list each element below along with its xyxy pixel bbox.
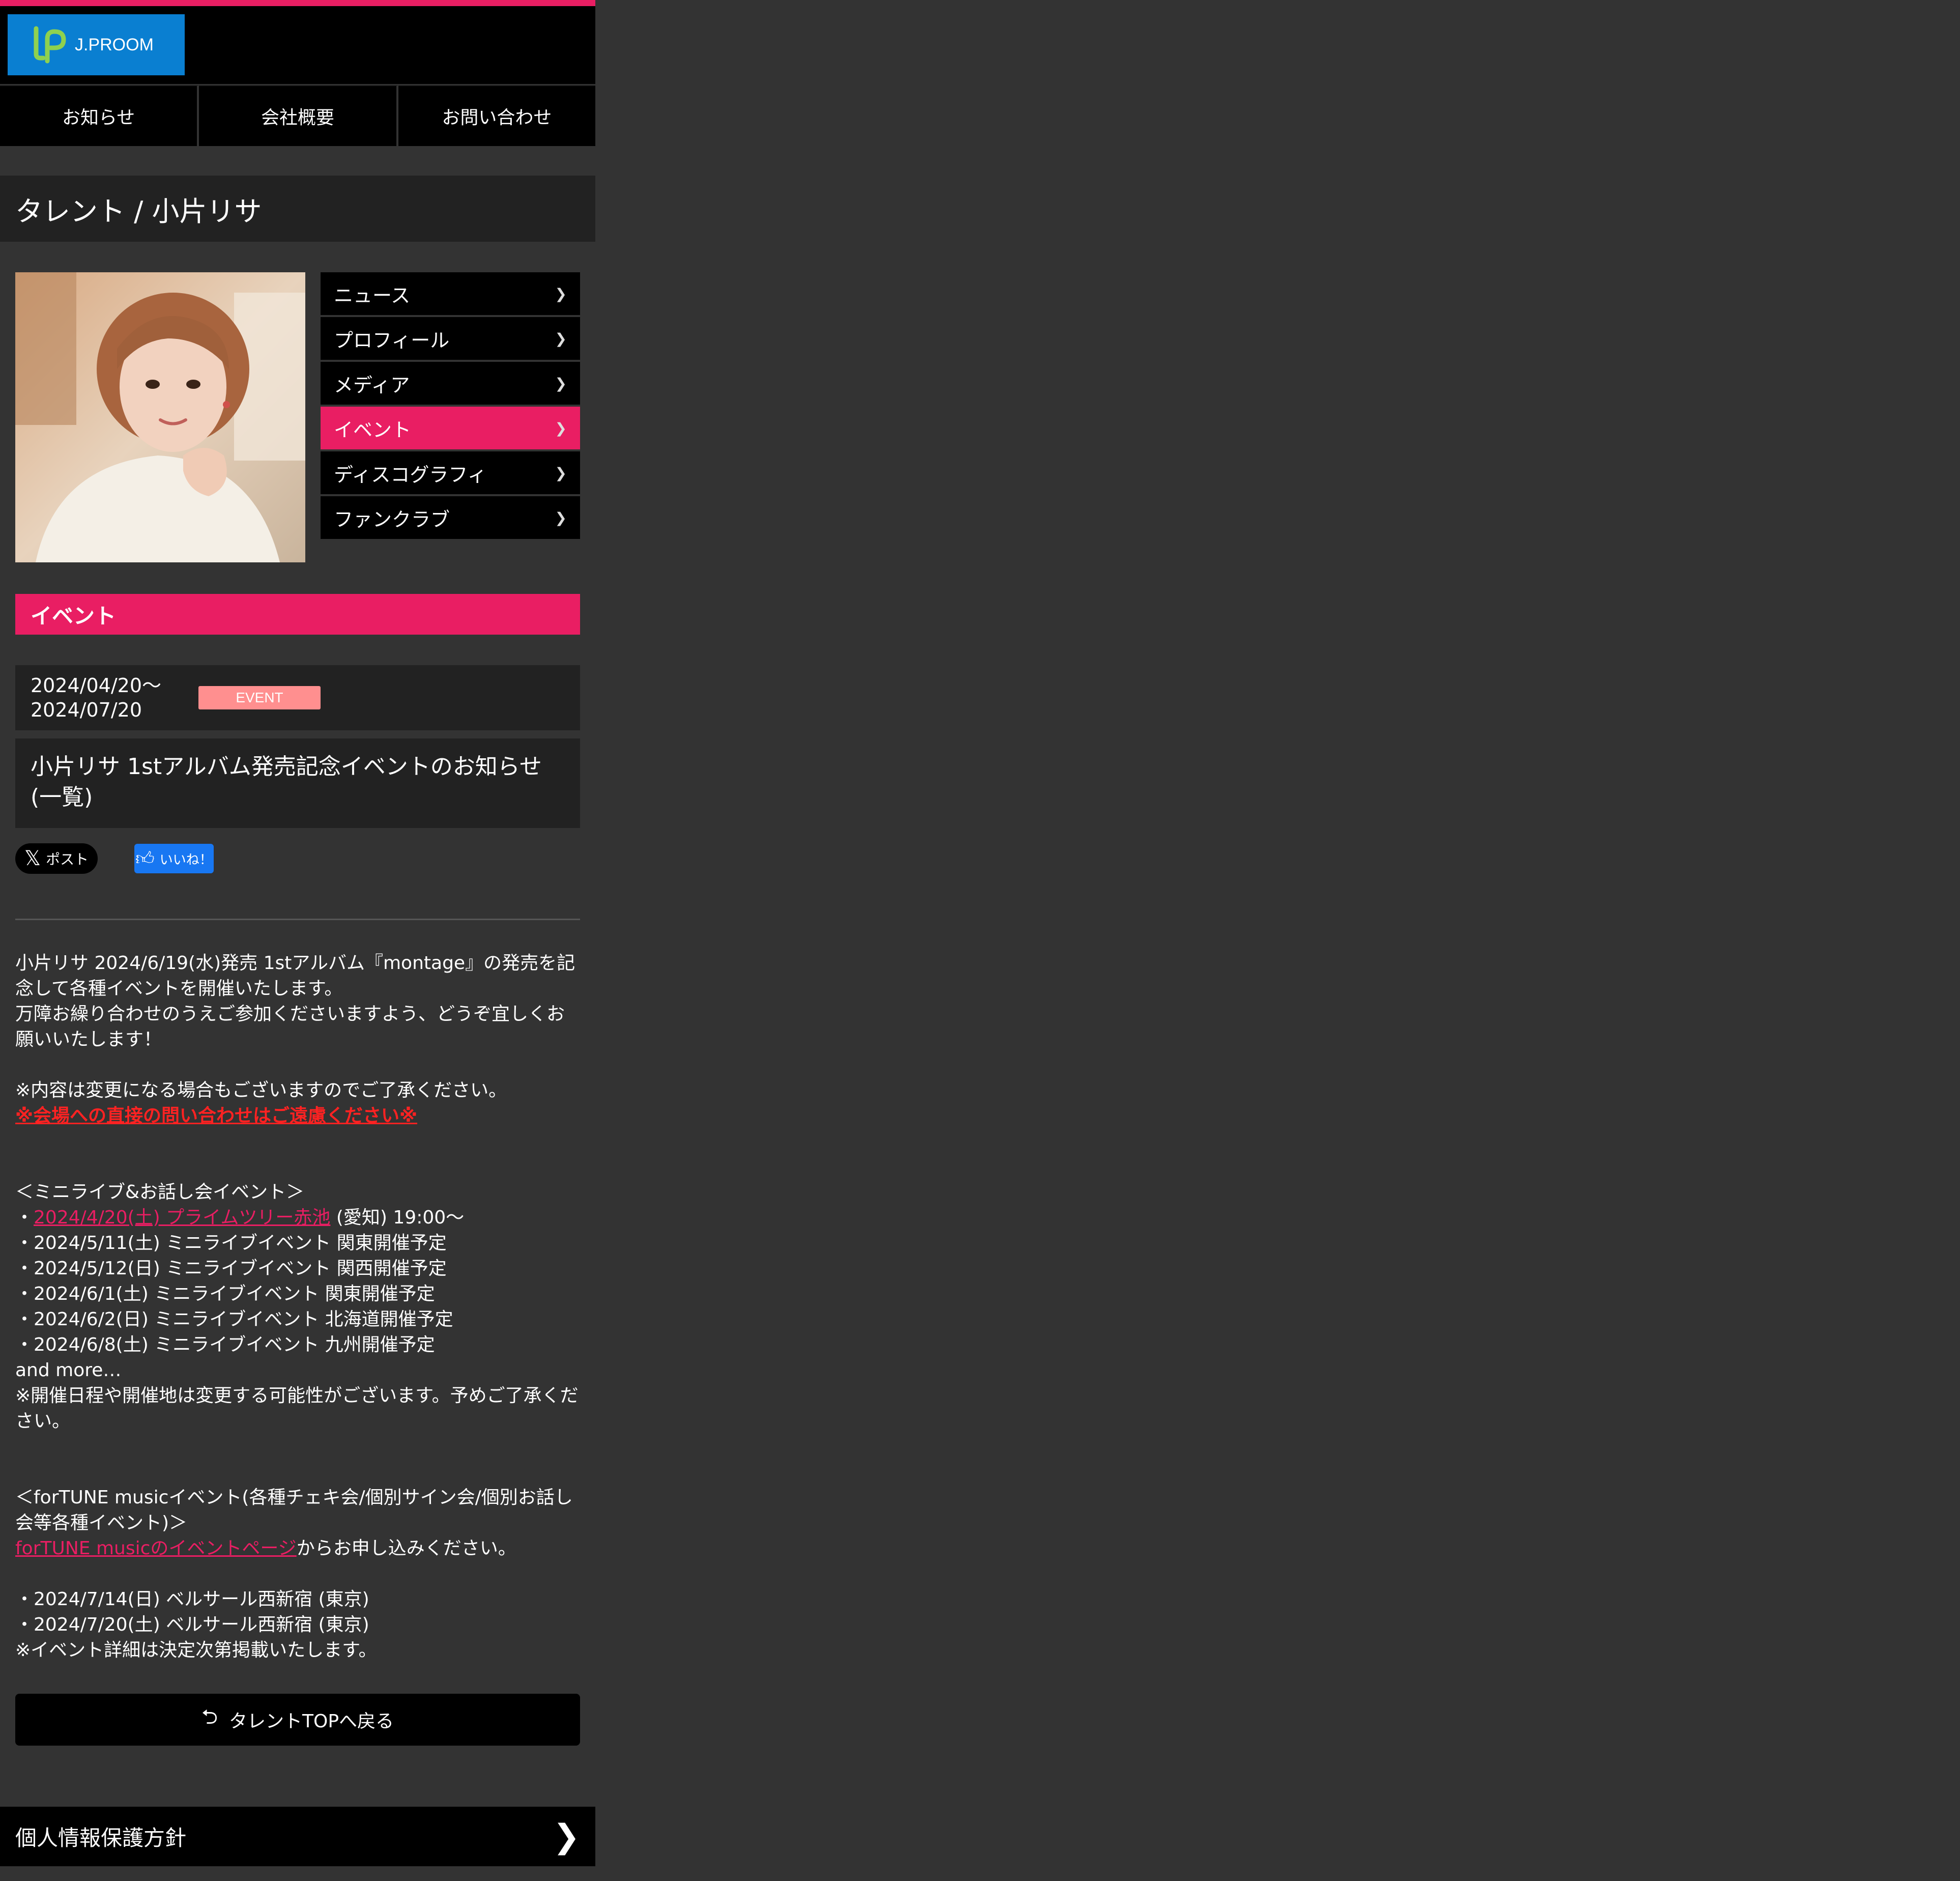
talent-menu-event[interactable]: イベント ❯ bbox=[321, 407, 580, 449]
share-bar: 𝕏 ポスト 👍︎ いいね！ bbox=[15, 843, 580, 874]
chevron-right-icon: ❯ bbox=[555, 509, 567, 526]
menu-label: ファンクラブ bbox=[334, 508, 450, 531]
talent-profile: ニュース ❯ プロフィール ❯ メディア ❯ イベント ❯ ディスコグラフィ ❯… bbox=[15, 272, 580, 562]
back-button-label: タレントTOPへ戻る bbox=[229, 1711, 394, 1732]
chevron-right-icon: ❯ bbox=[553, 1817, 580, 1856]
menu-label: イベント bbox=[334, 418, 412, 441]
minilive-item: ・2024/5/12(日) ミニライブイベント 関西開催予定 bbox=[15, 1258, 447, 1279]
fortune-item: ・2024/7/14(日) ベルサール西新宿 (東京) bbox=[15, 1589, 369, 1610]
facebook-like-button[interactable]: 👍︎ いいね！ bbox=[134, 844, 214, 873]
event-meta: 2024/04/20〜 2024/07/20 EVENT bbox=[15, 665, 580, 730]
site-header: J.PROOM bbox=[0, 6, 595, 85]
fortune-apply: forTUNE musicのイベントページからお申し込みください。 bbox=[15, 1536, 580, 1561]
event-date-end: 2024/07/20 bbox=[31, 699, 142, 721]
and-more-text: and more… bbox=[15, 1360, 122, 1381]
minilive-item: ・2024/5/11(土) ミニライブイベント 関東開催予定 bbox=[15, 1233, 447, 1253]
minilive-link[interactable]: 2024/4/20(土) プライムツリー赤池 bbox=[34, 1207, 330, 1228]
global-nav: お知らせ 会社概要 お問い合わせ bbox=[0, 85, 595, 146]
talent-menu-profile[interactable]: プロフィール ❯ bbox=[321, 317, 580, 360]
site-logo[interactable]: J.PROOM bbox=[8, 14, 185, 75]
chevron-right-icon: ❯ bbox=[555, 285, 567, 302]
talent-menu-media[interactable]: メディア ❯ bbox=[321, 362, 580, 405]
x-post-button[interactable]: 𝕏 ポスト bbox=[15, 843, 98, 874]
x-post-label: ポスト bbox=[46, 851, 89, 868]
menu-label: メディア bbox=[334, 374, 410, 396]
x-logo-icon: 𝕏 bbox=[24, 847, 41, 870]
intro-text: 万障お繰り合わせのうえご参加くださいますよう、どうぞ宜しくお願いいたします！ bbox=[15, 1004, 565, 1050]
minilive-item: ・2024/4/20(土) プライムツリー赤池 (愛知) 19:00〜 bbox=[15, 1207, 465, 1228]
thumbs-up-icon: 👍︎ bbox=[135, 848, 155, 869]
intro-text: 小片リサ 2024/6/19(水)発売 1stアルバム『montage』の発売を… bbox=[15, 953, 575, 999]
minilive-item: ・2024/6/8(土) ミニライブイベント 九州開催予定 bbox=[15, 1334, 435, 1355]
fortune-event-link[interactable]: forTUNE musicのイベントページ bbox=[15, 1538, 297, 1559]
accent-top-bar bbox=[0, 0, 595, 6]
chevron-right-icon: ❯ bbox=[555, 330, 567, 347]
note-text: ※内容は変更になる場合もございますのでご了承ください。 bbox=[15, 1080, 507, 1101]
facebook-like-label: いいね！ bbox=[159, 852, 213, 868]
minilive-item: ・2024/6/1(土) ミニライブイベント 関東開催予定 bbox=[15, 1284, 435, 1304]
return-icon: ⮌ bbox=[201, 1705, 218, 1729]
page-title: タレント / 小片リサ bbox=[0, 176, 595, 242]
talent-menu: ニュース ❯ プロフィール ❯ メディア ❯ イベント ❯ ディスコグラフィ ❯… bbox=[321, 272, 580, 562]
minilive-heading: ＜ミニライブ&お話し会イベント＞ bbox=[15, 1182, 305, 1203]
menu-label: ニュース bbox=[334, 284, 411, 307]
fortune-note: ※イベント詳細は決定次第掲載いたします。 bbox=[15, 1640, 377, 1661]
divider bbox=[15, 919, 580, 920]
privacy-policy-link[interactable]: 個人情報保護方針 ❯ bbox=[0, 1807, 595, 1868]
talent-photo bbox=[15, 272, 305, 562]
nav-company[interactable]: 会社概要 bbox=[199, 85, 398, 146]
nav-contact[interactable]: お問い合わせ bbox=[398, 85, 595, 146]
fortune-heading: ＜forTUNE musicイベント(各種チェキ会/個別サイン会/個別お話し会等… bbox=[15, 1487, 573, 1533]
event-date-start: 2024/04/20〜 bbox=[31, 674, 162, 697]
logo-text: J.PROOM bbox=[75, 35, 154, 54]
talent-menu-news[interactable]: ニュース ❯ bbox=[321, 272, 580, 315]
back-to-talent-top-button[interactable]: ⮌ タレントTOPへ戻る bbox=[15, 1694, 580, 1746]
menu-label: プロフィール bbox=[334, 329, 450, 352]
chevron-right-icon: ❯ bbox=[555, 464, 567, 481]
chevron-right-icon: ❯ bbox=[555, 375, 567, 392]
talent-menu-fanclub[interactable]: ファンクラブ ❯ bbox=[321, 496, 580, 539]
warning-text: ※会場への直接の問い合わせはご遠慮ください※ bbox=[15, 1105, 417, 1126]
section-heading: イベント bbox=[15, 594, 580, 635]
logo-mark-icon bbox=[32, 25, 68, 64]
event-dates: 2024/04/20〜 2024/07/20 bbox=[31, 673, 198, 722]
privacy-policy-label: 個人情報保護方針 bbox=[15, 1826, 187, 1850]
event-title: 小片リサ 1stアルバム発売記念イベントのお知らせ(一覧) bbox=[15, 738, 580, 828]
chevron-right-icon: ❯ bbox=[555, 419, 567, 437]
fortune-apply-suffix: からお申し込みください。 bbox=[296, 1538, 516, 1559]
event-category-badge: EVENT bbox=[198, 686, 321, 709]
nav-news[interactable]: お知らせ bbox=[0, 85, 199, 146]
minilive-note: ※開催日程や開催地は変更する可能性がございます。予めご了承ください。 bbox=[15, 1385, 579, 1432]
talent-menu-discography[interactable]: ディスコグラフィ ❯ bbox=[321, 451, 580, 494]
minilive-item: ・2024/6/2(日) ミニライブイベント 北海道開催予定 bbox=[15, 1309, 453, 1330]
fortune-item: ・2024/7/20(土) ベルサール西新宿 (東京) bbox=[15, 1614, 369, 1635]
minilive-link-suffix: (愛知) 19:00〜 bbox=[330, 1207, 465, 1228]
page: J.PROOM お知らせ 会社概要 お問い合わせ タレント / 小片リサ ニュー… bbox=[0, 0, 595, 1868]
event-body: 小片リサ 2024/6/19(水)発売 1stアルバム『montage』の発売を… bbox=[15, 951, 580, 1663]
menu-label: ディスコグラフィ bbox=[334, 463, 487, 486]
